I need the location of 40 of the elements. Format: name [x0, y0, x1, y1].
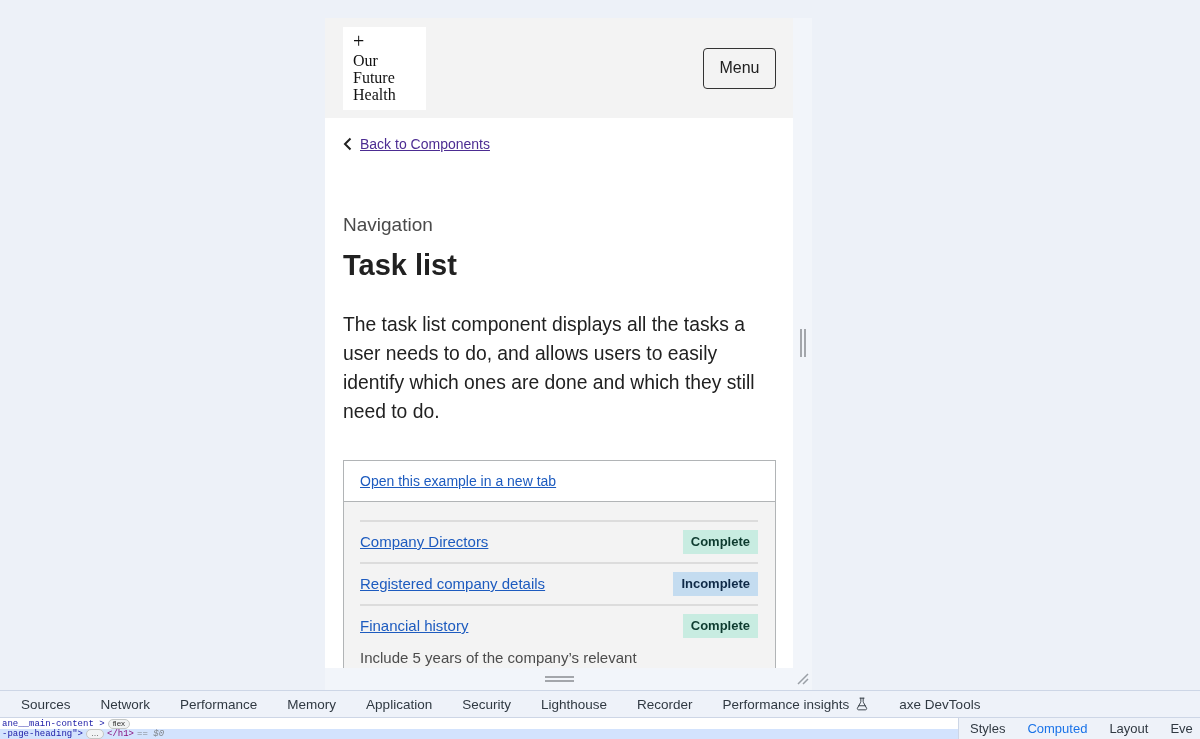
resize-handle-icon[interactable]	[799, 329, 806, 357]
task-link[interactable]: Financial history	[360, 616, 469, 636]
sidebar-tab[interactable]: Computed	[1016, 718, 1099, 739]
devtools-tab[interactable]: Sources	[6, 691, 86, 717]
status-tag: Complete	[682, 614, 758, 638]
intro-text: The task list component displays all the tasks a user needs to do, and allows users to easily identify which ones are done and which they still need to do.	[343, 313, 756, 424]
devtools-tab[interactable]: Recorder	[622, 691, 708, 717]
menu-button[interactable]: Menu	[703, 47, 776, 89]
task-link[interactable]: Company Directors	[360, 532, 489, 552]
task-hint: Include 5 years of the company’s relevant	[360, 648, 638, 668]
status-tag: Complete	[682, 530, 758, 554]
chevron-left-icon	[343, 137, 352, 151]
code-reference: == $0	[137, 729, 165, 739]
logo-wordmark: Our Future Health	[353, 51, 397, 103]
devtools-tab[interactable]: Security	[447, 691, 526, 717]
back-link[interactable]: Back to Components	[360, 136, 490, 152]
devtools-tab[interactable]: axe DevTools	[884, 691, 996, 717]
sidebar-tab[interactable]: Eve	[1159, 718, 1200, 739]
devtools-tab[interactable]: Network	[85, 691, 166, 717]
code-text: ane__main-content >	[2, 719, 105, 729]
sidebar-tab[interactable]: Layout	[1098, 718, 1160, 739]
devtools-tab[interactable]: Memory	[272, 691, 352, 717]
page-title: Task list	[343, 248, 458, 283]
open-example-link[interactable]: Open this example in a new tab	[360, 473, 557, 489]
task-link[interactable]: Registered company details	[360, 574, 546, 594]
drag-handle-icon[interactable]	[544, 676, 574, 682]
logo[interactable]: + Our Future Health	[343, 26, 426, 110]
devtools-tab[interactable]: Application	[351, 691, 448, 717]
page-caption: Navigation	[343, 213, 434, 237]
flask-icon	[855, 697, 870, 711]
devtools-tab[interactable]: Lighthouse	[525, 691, 622, 717]
code-badge[interactable]: …	[86, 729, 104, 739]
devtools-tab[interactable]: Performance insights	[707, 691, 885, 717]
sidebar-tab[interactable]: Styles	[959, 718, 1017, 739]
status-tag: Incomplete	[673, 572, 758, 596]
resize-grip-icon[interactable]	[796, 673, 809, 685]
code-tag: </h1>	[107, 729, 135, 739]
logo-symbol: +	[353, 32, 365, 50]
devtools-tab[interactable]: Performance	[165, 691, 273, 717]
code-text: -page-heading">	[2, 729, 83, 739]
